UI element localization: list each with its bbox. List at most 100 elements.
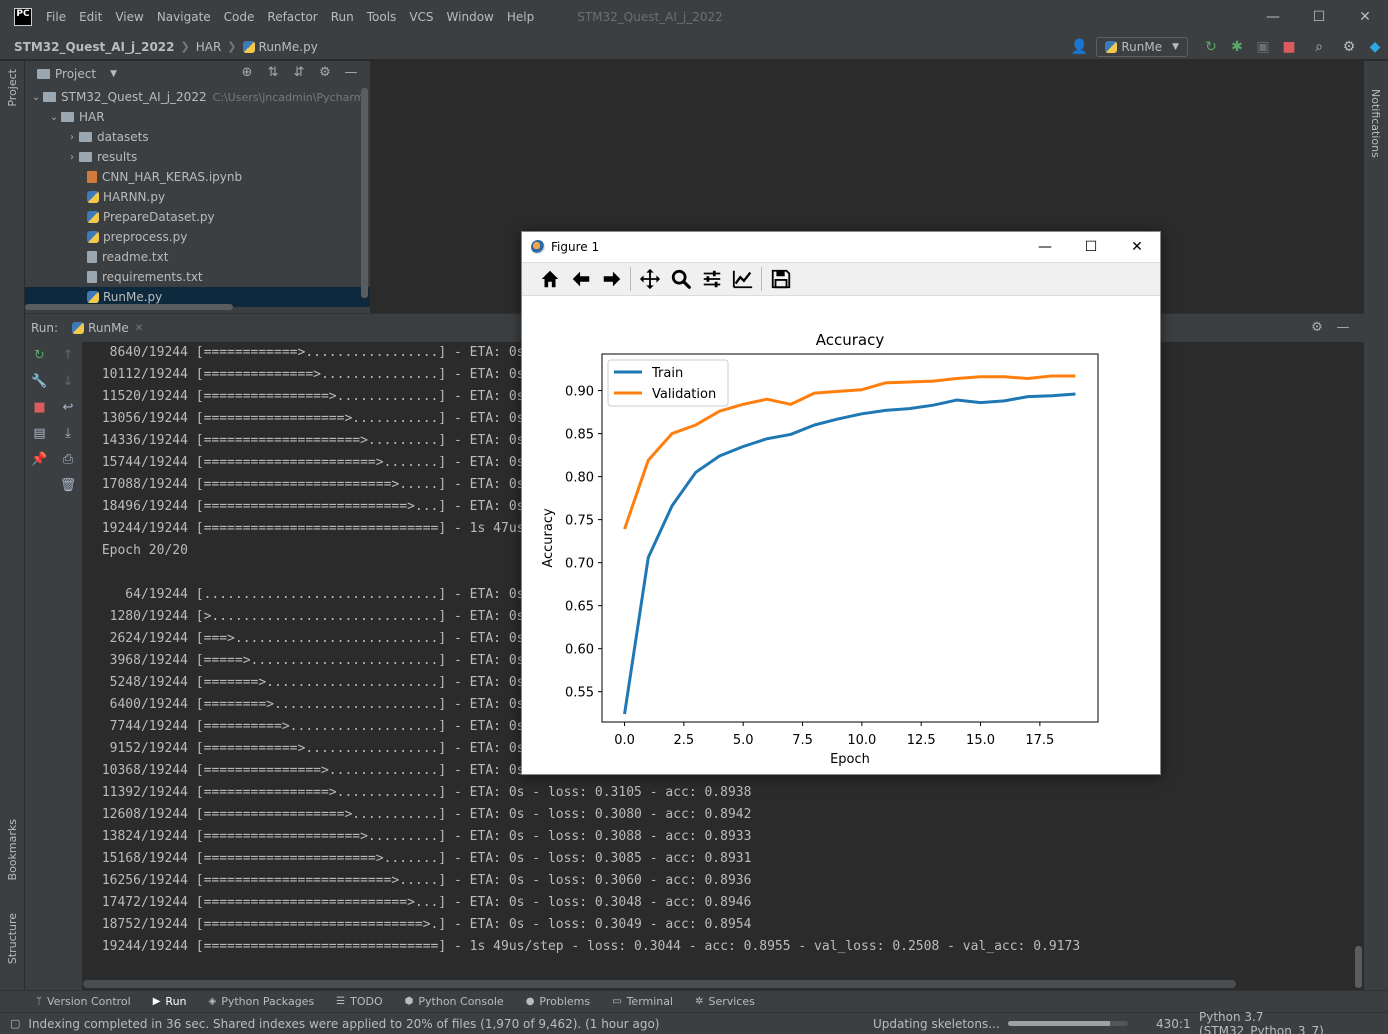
tab-terminal[interactable]: ▭ Terminal: [612, 995, 673, 1008]
arrow-down-icon[interactable]: ↓: [54, 368, 82, 394]
save-icon[interactable]: [765, 265, 796, 293]
project-h-scrollbar[interactable]: [25, 304, 233, 310]
tab-version-control[interactable]: ᛘ Version Control: [36, 995, 131, 1008]
menu-window[interactable]: Window: [447, 10, 494, 24]
tab-problems[interactable]: ● Problems: [526, 995, 590, 1008]
hide-icon[interactable]: —: [1330, 320, 1356, 335]
configure-subplots-icon[interactable]: [696, 265, 727, 293]
background-task[interactable]: Updating skeletons...: [873, 1017, 1000, 1031]
menu-edit[interactable]: Edit: [79, 10, 102, 24]
project-panel-actions: ⊕ ⇅ ⇵ ⚙ —: [234, 65, 364, 80]
soft-wrap-icon[interactable]: ↩: [54, 394, 82, 420]
menu-tools[interactable]: Tools: [367, 10, 397, 24]
maximize-icon[interactable]: ☐: [1068, 232, 1114, 262]
arrow-up-icon[interactable]: ↑: [54, 342, 82, 368]
hide-icon[interactable]: —: [338, 65, 364, 80]
layout-icon[interactable]: ▤: [25, 420, 54, 446]
tab-python-console[interactable]: ⬢ Python Console: [405, 995, 504, 1008]
user-icon[interactable]: 👤: [1062, 39, 1096, 55]
tree-item-folder[interactable]: › results: [25, 147, 370, 167]
home-icon[interactable]: [534, 265, 565, 293]
tree-item-folder[interactable]: › datasets: [25, 127, 370, 147]
maximize-icon[interactable]: ☐: [1296, 0, 1342, 34]
window-controls: — ☐ ✕: [1250, 0, 1388, 34]
accuracy-chart[interactable]: Accuracy Epoch Accuracy 0.0 2.5 5.0 7.5 10.0…: [522, 296, 1160, 774]
wrench-icon[interactable]: 🔧: [25, 368, 54, 394]
locate-icon[interactable]: ⊕: [234, 65, 260, 80]
menu-file[interactable]: File: [46, 10, 66, 24]
project-panel-title[interactable]: Project: [55, 67, 96, 81]
tree-item-folder[interactable]: ⌄ HAR: [25, 107, 370, 127]
tab-services[interactable]: ✲ Services: [695, 995, 755, 1008]
pan-icon[interactable]: [634, 265, 665, 293]
console-line: 17472/19244 [==========================>…: [94, 895, 752, 910]
tree-item-file[interactable]: PrepareDataset.py: [25, 207, 370, 227]
python-icon: ⬢: [404, 996, 414, 1007]
notifications-tool-tab[interactable]: Notifications: [1369, 89, 1382, 158]
breadcrumb-project[interactable]: STM32_Quest_AI_j_2022: [14, 40, 175, 54]
close-icon[interactable]: ✕: [1342, 0, 1388, 34]
tab-python-packages[interactable]: ◈ Python Packages: [209, 995, 315, 1008]
menu-code[interactable]: Code: [224, 10, 255, 24]
menu-view[interactable]: View: [115, 10, 143, 24]
breadcrumb-file[interactable]: RunMe.py: [259, 40, 318, 54]
rerun-icon[interactable]: ↻: [1198, 39, 1224, 55]
tree-item-file[interactable]: HARNN.py: [25, 187, 370, 207]
minimize-icon[interactable]: —: [1022, 232, 1068, 262]
coverage-icon[interactable]: ▣: [1250, 39, 1276, 55]
tree-item-file[interactable]: requirements.txt: [25, 267, 370, 287]
back-icon[interactable]: [565, 265, 596, 293]
console-v-scrollbar[interactable]: [1355, 946, 1362, 988]
tab-run[interactable]: ▶ Run: [153, 995, 187, 1008]
expand-all-icon[interactable]: ⇅: [260, 65, 286, 80]
scroll-to-end-icon[interactable]: ⤓: [54, 420, 82, 446]
pycharm-logo-icon[interactable]: PC: [14, 8, 32, 26]
run-tab[interactable]: RunMe ✕: [72, 321, 143, 335]
menu-vcs[interactable]: VCS: [409, 10, 433, 24]
forward-icon[interactable]: [596, 265, 627, 293]
x-tick-label: 7.5: [792, 733, 813, 748]
tree-item-file[interactable]: preprocess.py: [25, 227, 370, 247]
bookmarks-tool-tab[interactable]: Bookmarks: [6, 819, 19, 880]
status-message[interactable]: Indexing completed in 36 sec. Shared ind…: [28, 1017, 659, 1031]
task-progress-fill: [1008, 1021, 1110, 1026]
breadcrumb-folder[interactable]: HAR: [196, 40, 222, 54]
tab-todo[interactable]: ☰ TODO: [336, 995, 382, 1008]
zoom-icon[interactable]: [665, 265, 696, 293]
gear-icon[interactable]: ⚙: [1304, 320, 1330, 335]
tab-label: TODO: [350, 995, 383, 1008]
debug-icon[interactable]: ✱: [1224, 39, 1250, 55]
menu-navigate[interactable]: Navigate: [157, 10, 211, 24]
jetbrains-icon[interactable]: ◆: [1362, 39, 1388, 55]
pin-icon[interactable]: 📌: [25, 446, 54, 472]
stop-icon[interactable]: ■: [25, 394, 54, 420]
collapse-all-icon[interactable]: ⇵: [286, 65, 312, 80]
minimize-icon[interactable]: —: [1250, 0, 1296, 34]
project-scrollbar[interactable]: [361, 88, 368, 298]
project-tool-tab[interactable]: Project: [6, 69, 19, 107]
close-icon[interactable]: ✕: [1114, 232, 1160, 262]
chevron-down-icon[interactable]: ▼: [110, 69, 117, 79]
run-config-selector[interactable]: RunMe ▼: [1096, 37, 1188, 57]
tree-item-file[interactable]: readme.txt: [25, 247, 370, 267]
gear-icon[interactable]: ⚙: [312, 65, 338, 80]
console-h-scrollbar[interactable]: [83, 980, 1236, 988]
tree-item-file[interactable]: CNN_HAR_KERAS.ipynb: [25, 167, 370, 187]
rerun-icon[interactable]: ↻: [25, 342, 54, 368]
menu-run[interactable]: Run: [331, 10, 354, 24]
menu-refactor[interactable]: Refactor: [267, 10, 317, 24]
caret-position[interactable]: 430:1: [1156, 1017, 1191, 1031]
structure-tool-tab[interactable]: Structure: [6, 913, 19, 964]
print-icon[interactable]: ⎙: [54, 446, 82, 472]
interpreter-selector[interactable]: Python 3.7 (STM32_Python_3_7): [1199, 1010, 1388, 1034]
edit-axis-icon[interactable]: [727, 265, 758, 293]
gear-icon[interactable]: ⚙: [1336, 39, 1362, 55]
stop-icon[interactable]: ■: [1276, 39, 1302, 55]
close-icon[interactable]: ✕: [135, 323, 143, 334]
trash-icon[interactable]: 🗑: [54, 472, 82, 498]
search-icon[interactable]: ⌕: [1302, 39, 1336, 55]
menu-help[interactable]: Help: [507, 10, 534, 24]
notebook-file-icon: [87, 171, 97, 183]
tree-item-root[interactable]: ⌄ STM32_Quest_AI_j_2022 C:\Users\jncadmi…: [25, 87, 370, 107]
layout-toggle-icon[interactable]: ▢: [10, 1017, 20, 1030]
